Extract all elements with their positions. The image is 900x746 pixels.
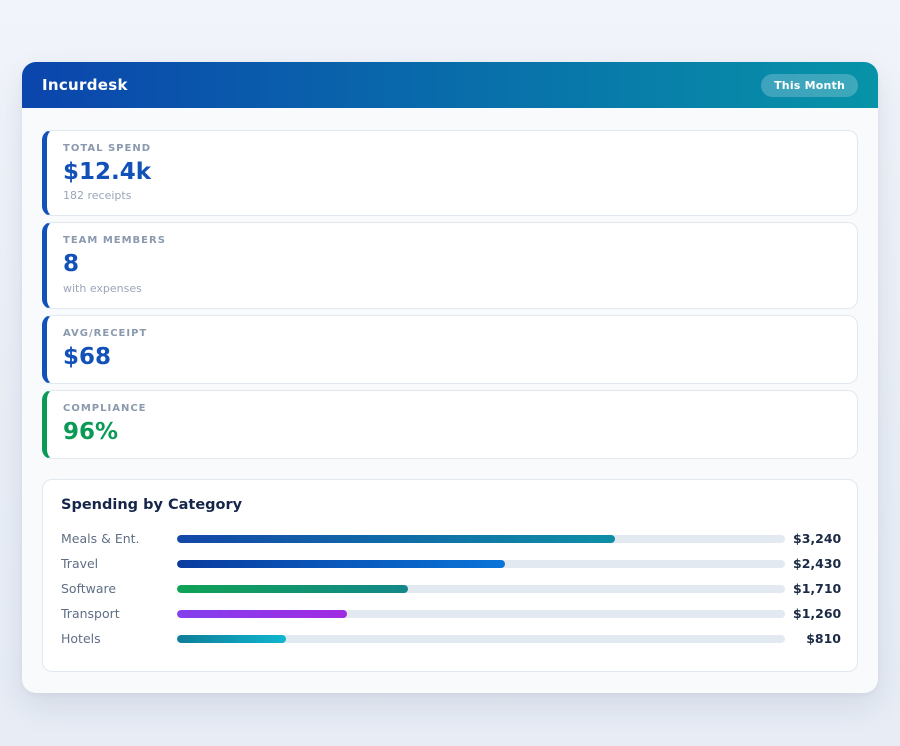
bar-row-software: Software $1,710: [59, 576, 841, 601]
stat-label: AVG/RECEIPT: [63, 328, 841, 339]
bar-row-hotels: Hotels $810: [59, 626, 841, 651]
stat-label: TOTAL SPEND: [63, 143, 841, 154]
stat-card-avg-receipt: AVG/RECEIPT $68: [42, 315, 858, 384]
bar-label: Transport: [59, 606, 169, 621]
period-badge-this-month[interactable]: This Month: [761, 74, 858, 97]
stat-card-total-spend: TOTAL SPEND $12.4k 182 receipts: [42, 130, 858, 216]
bar-label: Software: [59, 581, 169, 596]
stat-card-compliance: COMPLIANCE 96%: [42, 390, 858, 459]
stat-card-team-members: TEAM MEMBERS 8 with expenses: [42, 222, 858, 308]
bar-fill: [177, 610, 347, 618]
stat-value: 96%: [63, 420, 841, 445]
app-title: Incurdesk: [42, 76, 128, 94]
bar-fill: [177, 560, 505, 568]
stat-label: TEAM MEMBERS: [63, 235, 841, 246]
bar-track: [177, 610, 785, 618]
stat-subtext: with expenses: [63, 282, 841, 295]
stat-value: 8: [63, 252, 841, 277]
bar-value: $810: [793, 631, 841, 646]
bar-value: $1,710: [793, 581, 841, 596]
stat-label: COMPLIANCE: [63, 403, 841, 414]
spending-by-category-chart: Spending by Category Meals & Ent. $3,240…: [42, 479, 858, 672]
stat-value: $12.4k: [63, 160, 841, 185]
bar-track: [177, 535, 785, 543]
bar-row-travel: Travel $2,430: [59, 551, 841, 576]
bar-label: Hotels: [59, 631, 169, 646]
bar-value: $1,260: [793, 606, 841, 621]
bar-value: $2,430: [793, 556, 841, 571]
bar-label: Travel: [59, 556, 169, 571]
bar-track: [177, 560, 785, 568]
bar-fill: [177, 635, 286, 643]
bar-track: [177, 585, 785, 593]
bar-fill: [177, 535, 615, 543]
bar-row-meals-ent: Meals & Ent. $3,240: [59, 526, 841, 551]
incurdesk-dashboard-panel: Incurdesk This Month TOTAL SPEND $12.4k …: [22, 62, 878, 693]
bar-row-transport: Transport $1,260: [59, 601, 841, 626]
bar-track: [177, 635, 785, 643]
bar-label: Meals & Ent.: [59, 531, 169, 546]
stat-subtext: 182 receipts: [63, 189, 841, 202]
stat-value: $68: [63, 345, 841, 370]
panel-body: TOTAL SPEND $12.4k 182 receipts TEAM MEM…: [22, 108, 878, 693]
bar-value: $3,240: [793, 531, 841, 546]
app-header: Incurdesk This Month: [22, 62, 878, 108]
chart-title: Spending by Category: [61, 497, 841, 513]
bar-fill: [177, 585, 408, 593]
